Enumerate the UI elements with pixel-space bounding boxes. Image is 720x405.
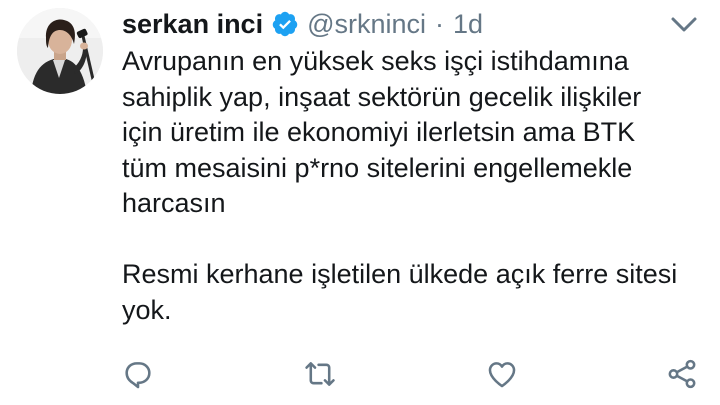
- heart-icon: [485, 357, 519, 391]
- action-bar: [0, 352, 720, 396]
- retweet-button[interactable]: [298, 352, 342, 396]
- tweet-text-line: Avrupanın en yüksek seks işçi istihdamın…: [122, 46, 629, 76]
- handle[interactable]: @srkninci: [307, 6, 426, 42]
- tweet-text-line: harcasın: [122, 188, 226, 218]
- separator-dot: ·: [435, 9, 445, 39]
- like-button[interactable]: [480, 352, 524, 396]
- share-button[interactable]: [660, 352, 704, 396]
- tweet-text: Avrupanın en yüksek seks işçi istihdamın…: [122, 44, 712, 328]
- tweet[interactable]: serkan inci @srkninci · 1d Avrupanın en …: [0, 0, 720, 405]
- tweet-text-line: tüm mesaisini p*rno sitelerini engelleme…: [122, 152, 633, 183]
- tweet-text-line: yok.: [122, 294, 172, 325]
- display-name[interactable]: serkan inci: [122, 6, 263, 42]
- verified-badge-icon: [271, 10, 299, 38]
- tweet-header: serkan inci @srkninci · 1d: [122, 6, 483, 42]
- timestamp[interactable]: 1d: [453, 6, 483, 42]
- chevron-down-icon[interactable]: [666, 10, 702, 40]
- reply-button[interactable]: [116, 352, 160, 396]
- avatar-photo: [17, 8, 103, 94]
- tweet-text-line: sahiplik yap, inşaat sektörün gecelik il…: [122, 81, 642, 112]
- tweet-text-line: için üretim ile ekonomiyi ilerletsin ama…: [122, 117, 636, 147]
- share-icon: [665, 357, 699, 391]
- retweet-icon: [302, 357, 338, 391]
- avatar[interactable]: [17, 8, 103, 94]
- tweet-text-line: Resmi kerhane işletilen ülkede açık ferr…: [122, 259, 678, 289]
- reply-icon: [121, 357, 155, 391]
